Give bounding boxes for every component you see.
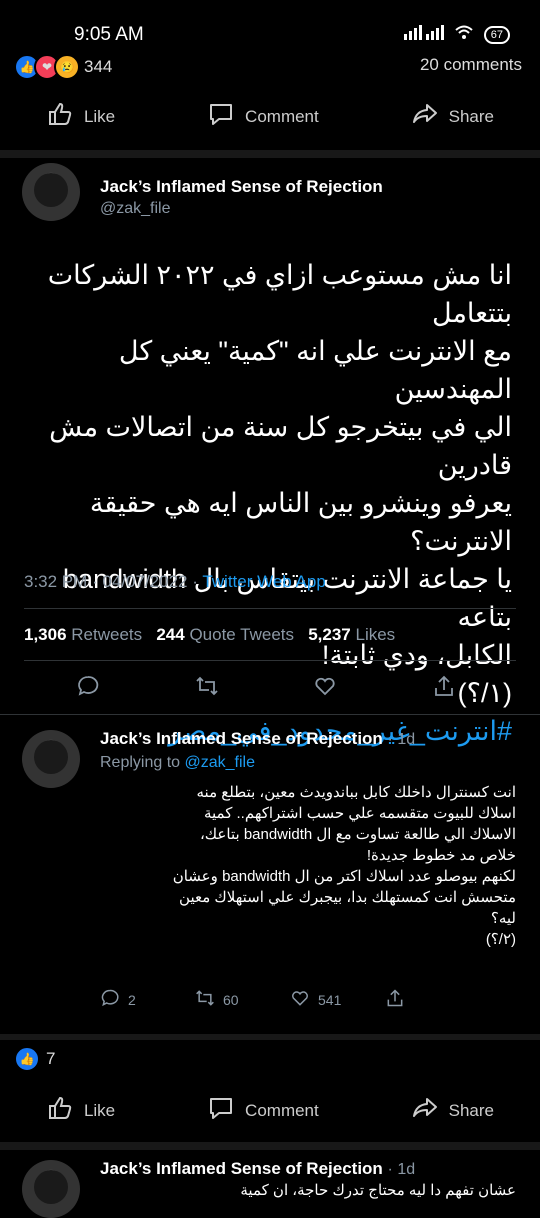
like-label: Like	[83, 1100, 116, 1120]
comment-label: Comment	[245, 106, 319, 126]
share-button[interactable]: Share	[411, 1094, 494, 1127]
comment-button[interactable]: Comment	[207, 1094, 319, 1127]
battery-icon: 67	[483, 25, 510, 44]
post-action-bar: Like Comment Share	[0, 100, 540, 133]
share-icon[interactable]	[432, 674, 456, 703]
reply-age: · 1d	[387, 731, 416, 748]
retweet-label[interactable]: Retweets	[71, 625, 142, 644]
avatar[interactable]	[22, 730, 80, 788]
reply-line: (٢/؟)	[485, 931, 516, 948]
share-button[interactable]: Share	[411, 100, 494, 133]
share-icon	[411, 1094, 439, 1127]
like-count: 541	[318, 991, 342, 1008]
retweet-count: 60	[223, 991, 239, 1008]
status-time: 9:05 AM	[74, 24, 144, 45]
comment-icon	[207, 1094, 235, 1127]
reply-actions: 2 60 541	[100, 988, 480, 1011]
like-button[interactable]: 541	[290, 988, 385, 1011]
reply-text: انت كسنترال داخلك كابل بباندويدث معين، ب…	[96, 782, 516, 950]
tweet-source[interactable]: Twitter Web App	[202, 572, 325, 591]
avatar[interactable]	[22, 163, 80, 221]
retweet-icon	[195, 988, 215, 1011]
tweet-line: يعرفو وينشرو بين الناس ايه هي حقيقة الان…	[89, 488, 512, 556]
thumbs-up-icon	[46, 1094, 74, 1127]
share-icon	[411, 100, 439, 133]
tweet-line: انا مش مستوعب ازاي في ٢٠٢٢ الشركات بتتعا…	[47, 260, 512, 328]
reply-line: ليه؟	[490, 910, 516, 927]
share-label: Share	[448, 1100, 495, 1120]
divider	[0, 150, 540, 158]
quote-count[interactable]: 244	[156, 625, 184, 644]
reactions-summary[interactable]: 👍 ❤ 😢 344	[14, 54, 112, 80]
reply-age: · 1d	[387, 1161, 416, 1178]
reply-icon[interactable]	[76, 674, 100, 703]
quote-label[interactable]: Quote Tweets	[189, 625, 294, 644]
tweet-stats: 1,306 Retweets 244 Quote Tweets 5,237 Li…	[24, 625, 395, 645]
reply-text: عشان تفهم دا ليه محتاج تدرك حاجة، ان كمي…	[240, 1182, 516, 1199]
reply-line: الاسلاك الي طالعة تساوت مع ال bandwidth …	[199, 826, 516, 843]
signal-icon	[403, 24, 444, 45]
comments-count[interactable]: 20 comments	[420, 55, 522, 75]
like-button[interactable]: Like	[46, 100, 115, 133]
comment-icon	[207, 100, 235, 133]
divider	[0, 714, 540, 715]
reply-icon	[100, 988, 120, 1011]
tweet-time: 3:32 PM · 04/07/2022 ·	[24, 572, 198, 591]
status-icons: 67	[403, 24, 510, 45]
reply-count: 2	[128, 991, 136, 1008]
share-button[interactable]	[385, 988, 480, 1011]
wifi-icon	[454, 24, 474, 45]
tweet-line: مع الانترنت علي انه "كمية" يعني كل المهن…	[118, 336, 512, 404]
like-count[interactable]: 5,237	[308, 625, 351, 644]
divider	[24, 608, 516, 609]
tweet-author-handle[interactable]: @zak_file	[100, 200, 171, 218]
reply-line: انت كسنترال داخلك كابل بباندويدث معين، ب…	[196, 784, 516, 801]
like-reaction-icon: 👍	[14, 1046, 40, 1072]
reaction-count: 344	[84, 57, 113, 76]
reply-line: اسلاك للبيوت متقسمه علي حسب اشتراكهم.. ك…	[203, 805, 516, 822]
share-label: Share	[448, 106, 495, 126]
divider	[0, 1034, 540, 1040]
divider	[0, 1142, 540, 1150]
reply-line: متحسش انت كمستهلك بدا، بيجبرك علي استهلا…	[179, 889, 516, 906]
retweet-count[interactable]: 1,306	[24, 625, 67, 644]
reply-header: Jack’s Inflamed Sense of Rejection · 1d	[100, 729, 415, 749]
reply-author-name[interactable]: Jack’s Inflamed Sense of Rejection	[100, 729, 383, 748]
tweet-actions	[76, 674, 456, 703]
tweet-meta: 3:32 PM · 04/07/2022 · Twitter Web App	[24, 572, 326, 592]
replying-to-handle[interactable]: @zak_file	[185, 754, 256, 771]
reactions-summary[interactable]: 👍 7	[14, 1046, 55, 1072]
heart-icon	[290, 988, 310, 1011]
thumbs-up-icon	[46, 100, 74, 133]
heart-icon[interactable]	[313, 674, 337, 703]
reply-author-name[interactable]: Jack’s Inflamed Sense of Rejection	[100, 1159, 383, 1178]
reply-line: لكنهم بيوصلو عدد اسلاك اكتر من ال bandwi…	[172, 868, 516, 885]
share-icon	[385, 988, 405, 1011]
replying-to: Replying to @zak_file	[100, 754, 255, 772]
replying-to-label: Replying to	[100, 754, 181, 771]
tweet-line: الي في بيتخرجو كل سنة من اتصالات مش قادر…	[49, 412, 512, 480]
avatar[interactable]	[22, 1160, 80, 1218]
reply-button[interactable]: 2	[100, 988, 195, 1011]
reply-line: خلاص مد خطوط جديدة!	[366, 847, 516, 864]
like-label: Like	[83, 106, 116, 126]
like-button[interactable]: Like	[46, 1094, 115, 1127]
reply-header: Jack’s Inflamed Sense of Rejection · 1d	[100, 1159, 415, 1179]
reaction-count: 7	[46, 1049, 56, 1068]
retweet-icon[interactable]	[195, 674, 219, 703]
like-label[interactable]: Likes	[355, 625, 395, 644]
retweet-button[interactable]: 60	[195, 988, 290, 1011]
comment-label: Comment	[245, 1100, 319, 1120]
sad-reaction-icon: 😢	[54, 54, 80, 80]
post-action-bar: Like Comment Share	[0, 1094, 540, 1127]
tweet-author-name[interactable]: Jack’s Inflamed Sense of Rejection	[100, 177, 383, 197]
comment-button[interactable]: Comment	[207, 100, 319, 133]
divider	[24, 660, 516, 661]
